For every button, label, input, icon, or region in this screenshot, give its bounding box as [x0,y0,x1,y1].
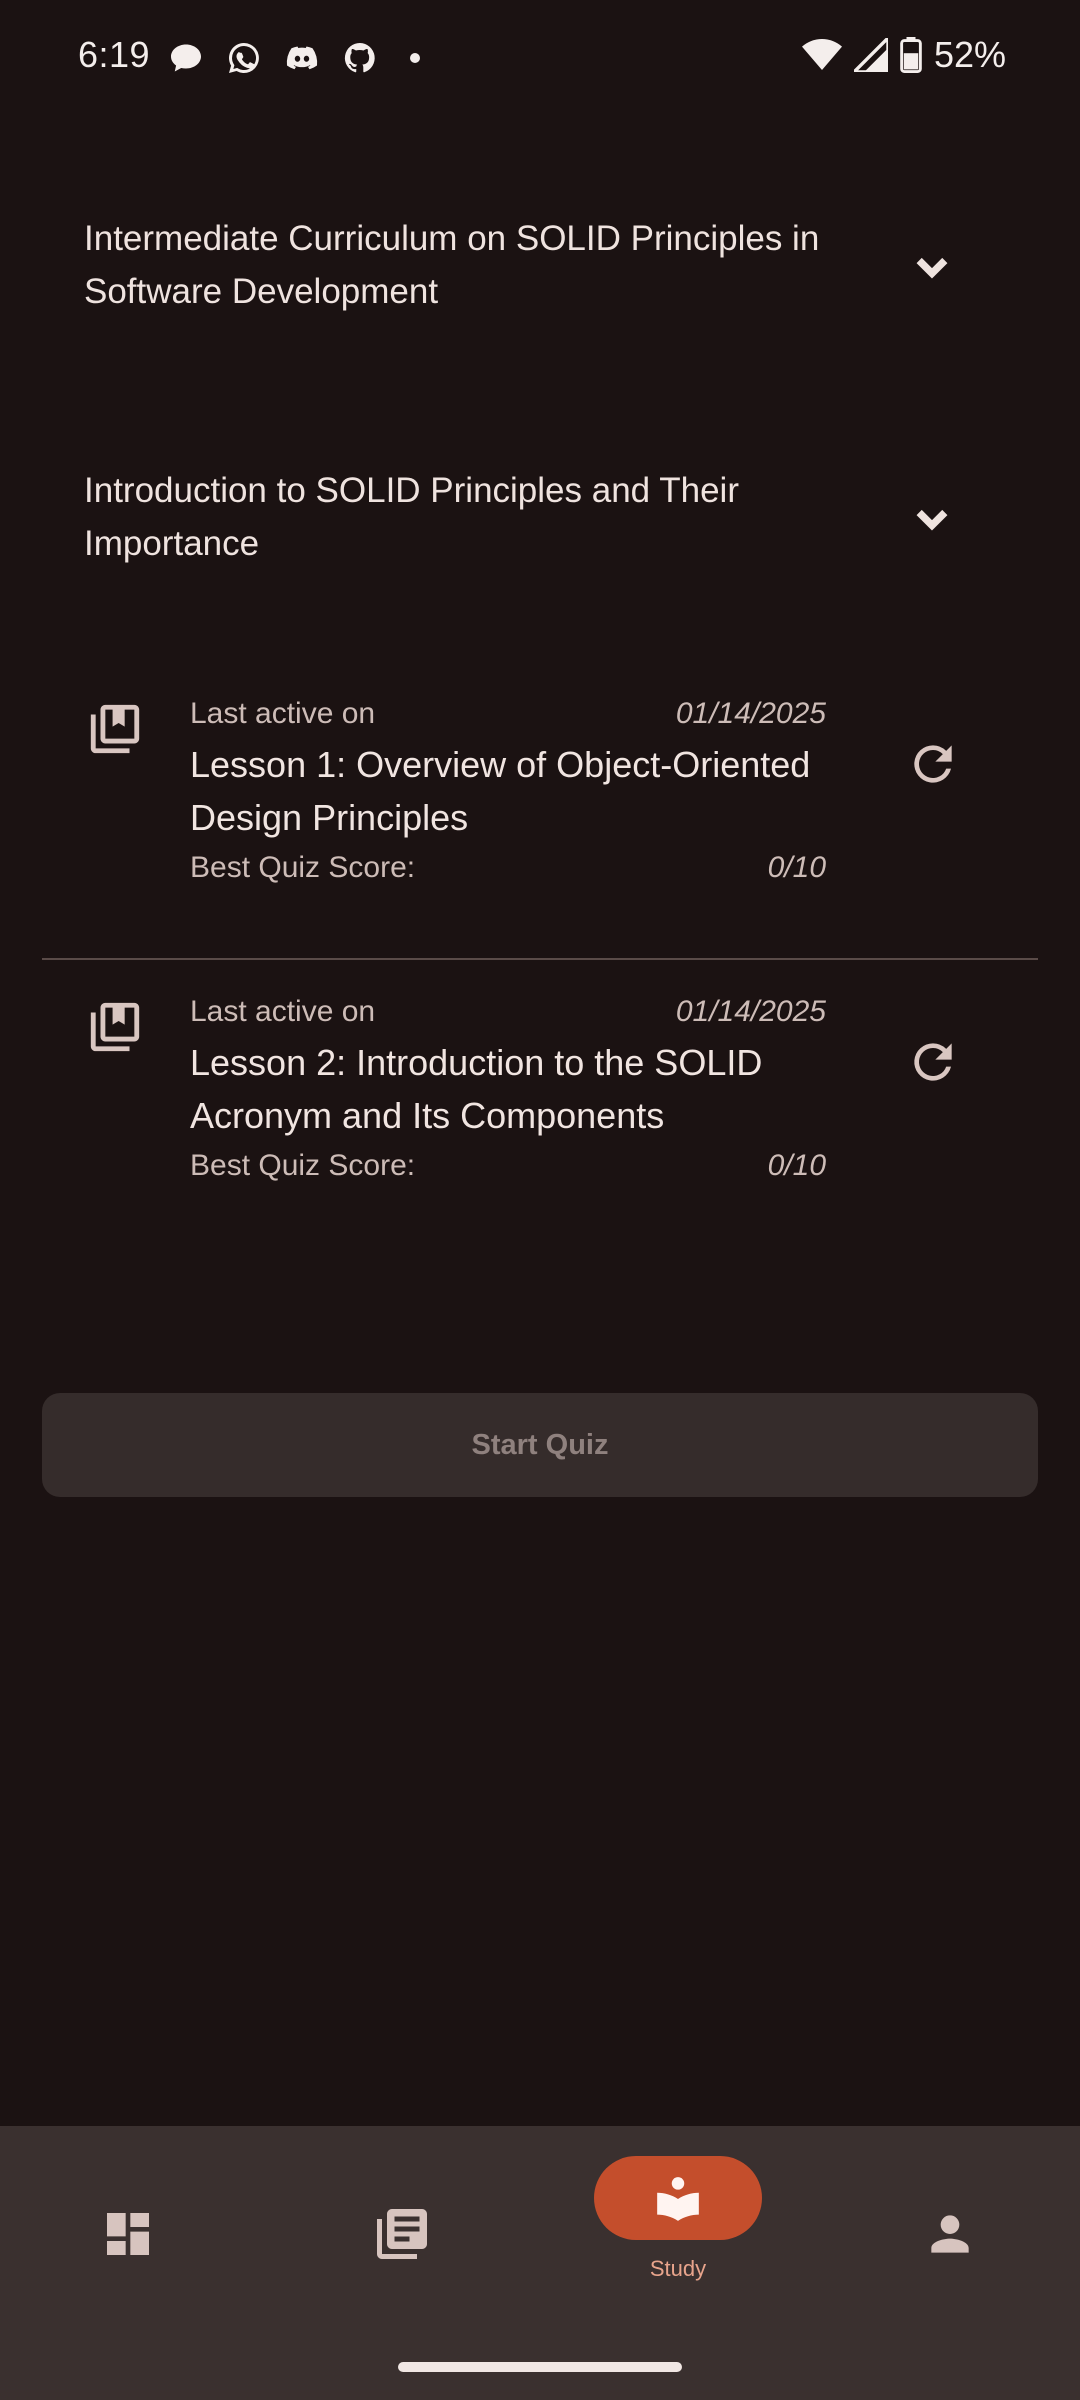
quiz-score-label: Best Quiz Score: [190,851,416,884]
study-nav-pill[interactable] [594,2156,762,2240]
last-active-label: Last active on [190,995,376,1028]
nav-label-study: Study [649,2256,707,2281]
nav-item-dashboard[interactable] [0,2126,270,2316]
battery-percentage: 52% [933,34,1006,75]
lesson-divider [42,958,1038,960]
bookmarks-icon [86,998,144,1056]
chevron-down-icon[interactable] [910,244,954,288]
quiz-score-row: Best Quiz Score: 0/10 [190,1146,826,1186]
refresh-icon[interactable] [905,1034,961,1090]
quiz-score-value: 0/10 [767,1149,826,1182]
last-active-label: Last active on [190,697,376,730]
study-screen: 6:19 52% Intermediate Curriculum on SOLI… [0,0,1080,2400]
lesson-details: Last active on 01/14/2025 Lesson 1: Over… [190,694,826,888]
library-icon [377,2209,427,2259]
nav-item-library[interactable] [270,2126,540,2316]
status-time: 6:19 [78,34,151,75]
last-active-row: Last active on 01/14/2025 [190,992,826,1032]
chat-bubble-icon [171,44,201,72]
battery-icon [900,37,922,73]
lesson-title: Lesson 2: Introduction to the SOLID Acro… [190,1042,763,1136]
start-quiz-button[interactable]: Start Quiz [42,1393,1038,1497]
home-indicator[interactable] [398,2362,682,2372]
lesson-title: Lesson 1: Overview of Object-Oriented De… [190,744,811,838]
study-book-icon [657,2177,699,2221]
last-active-date: 01/14/2025 [675,697,826,730]
quiz-score-label: Best Quiz Score: [190,1149,416,1182]
bookmarks-icon [86,700,144,758]
profile-icon [931,2215,969,2253]
refresh-icon[interactable] [905,736,961,792]
whatsapp-icon [229,43,259,73]
last-active-date: 01/14/2025 [675,995,826,1028]
system-status: 52% [801,34,1006,76]
discord-icon [286,46,318,70]
section-title: Introduction to SOLID Principles and The… [84,471,739,563]
curriculum-section-header[interactable]: Intermediate Curriculum on SOLID Princip… [84,212,1014,318]
cellular-signal-icon [853,38,888,72]
lesson-details: Last active on 01/14/2025 Lesson 2: Intr… [190,992,826,1186]
module-section-header[interactable]: Introduction to SOLID Principles and The… [84,464,1014,570]
wifi-icon [801,39,842,70]
status-bar: 6:19 52% [0,0,1080,118]
nav-item-profile[interactable] [810,2126,1080,2316]
dashboard-icon [107,2213,149,2255]
github-icon [344,42,375,73]
last-active-row: Last active on 01/14/2025 [190,694,826,734]
notification-icons [168,40,420,76]
bottom-navigation [0,2126,1080,2400]
quiz-score-value: 0/10 [767,851,826,884]
chevron-down-icon[interactable] [910,496,954,540]
quiz-score-row: Best Quiz Score: 0/10 [190,848,826,888]
more-notifications-dot [410,53,420,63]
section-title: Intermediate Curriculum on SOLID Princip… [84,219,820,311]
